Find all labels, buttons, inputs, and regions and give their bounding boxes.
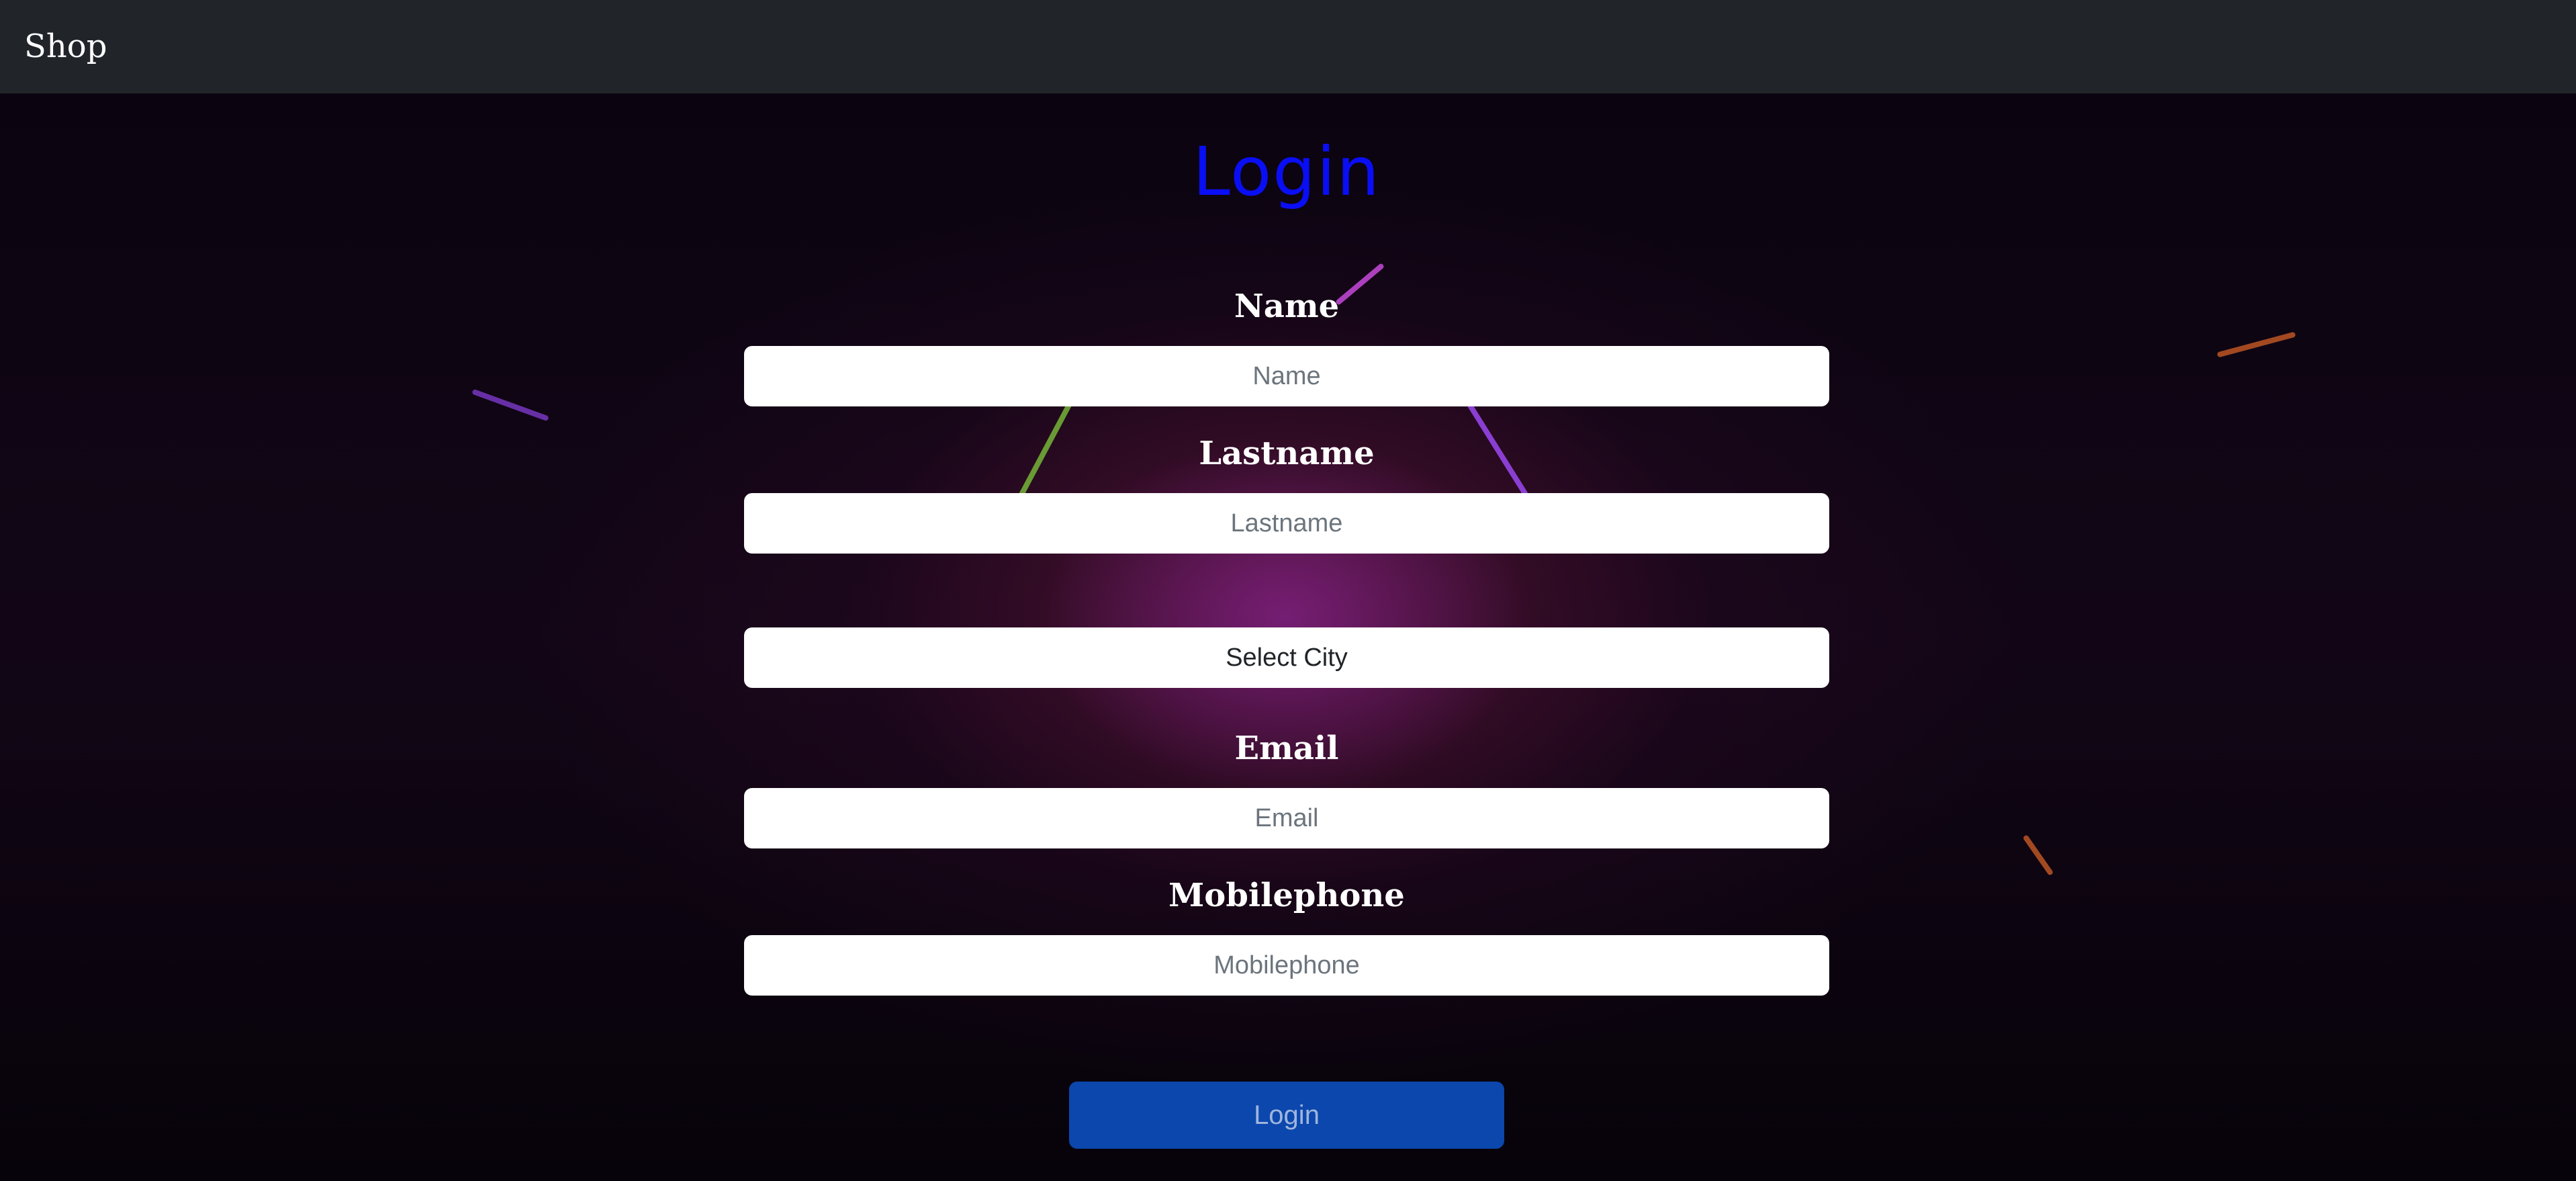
email-input[interactable]	[744, 788, 1829, 848]
page: Shop Login Name Lastname Select City Ema…	[0, 0, 2576, 1181]
city-select[interactable]: Select City	[744, 627, 1829, 688]
login-button[interactable]: Login	[1069, 1082, 1504, 1149]
name-label: Name	[1234, 288, 1340, 325]
name-input[interactable]	[744, 346, 1829, 406]
navbar: Shop	[0, 0, 2576, 93]
mobilephone-input[interactable]	[744, 935, 1829, 996]
page-title: Login	[1193, 132, 1381, 211]
lastname-label: Lastname	[1199, 435, 1375, 472]
brand-link[interactable]: Shop	[24, 24, 107, 69]
email-label: Email	[1234, 730, 1339, 767]
decorative-streak	[471, 388, 549, 422]
decorative-streak	[2217, 331, 2296, 358]
decorative-streak	[2022, 834, 2054, 876]
lastname-input[interactable]	[744, 493, 1829, 554]
mobilephone-label: Mobilephone	[1168, 877, 1405, 914]
